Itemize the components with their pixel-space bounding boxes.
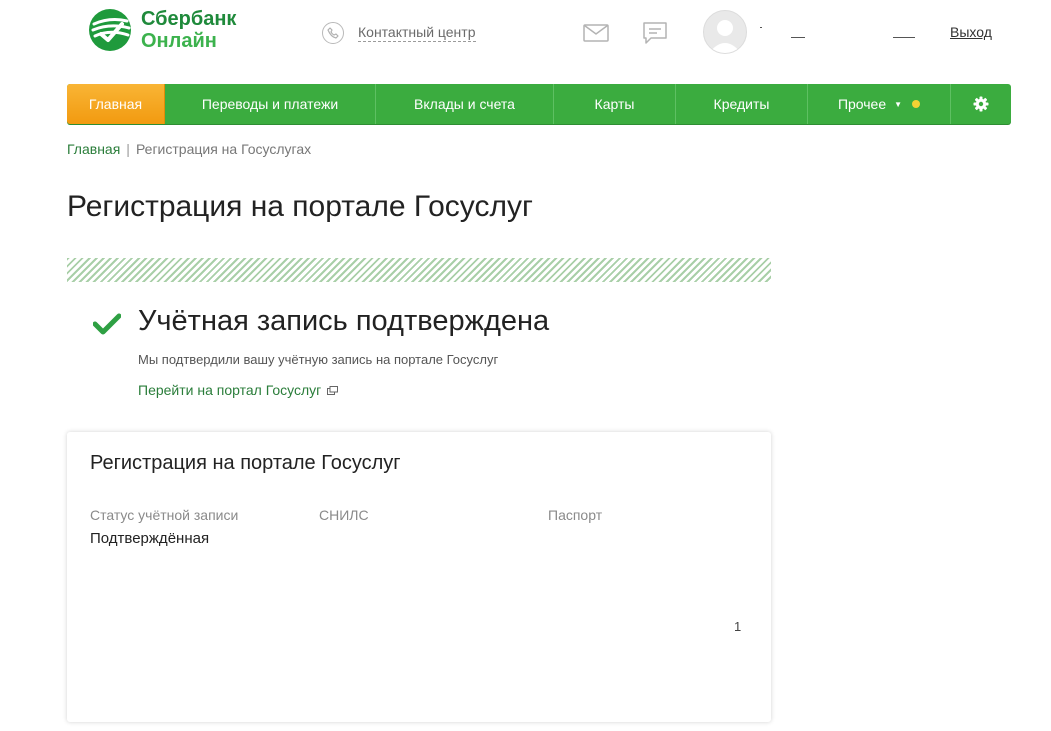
account-status-value: Подтверждённая [90,530,210,547]
breadcrumb-separator: | [126,141,130,157]
nav-settings-button[interactable] [951,84,1011,124]
breadcrumb-home-link[interactable]: Главная [67,141,120,157]
mail-icon[interactable] [583,24,609,42]
logo-line2: Онлайн [141,30,217,52]
nav-item-label: Карты [594,96,635,112]
progress-strip [67,258,771,282]
masked-user-name-mark [791,37,805,38]
success-message: Мы подтвердили вашу учётную запись на по… [138,352,499,367]
caret-down-icon: ▼ [894,99,903,109]
phone-icon [322,22,344,44]
page: Сбербанк Онлайн Контактный центр Выход Г… [0,0,1051,731]
account-status-label: Статус учётной записи [90,507,239,523]
contact-center-link[interactable]: Контактный центр [322,22,476,44]
user-silhouette-icon [709,20,741,53]
notification-dot-icon [912,100,921,108]
nav-item-transfers[interactable]: Переводы и платежи [165,84,376,124]
card-title: Регистрация на портале Госуслуг [90,452,401,474]
success-title: Учётная запись подтверждена [138,305,550,337]
checkmark-icon [93,313,121,335]
user-avatar[interactable] [703,10,747,54]
nav-item-label: Кредиты [713,96,770,112]
contact-center-label: Контактный центр [358,24,476,42]
portal-link-label: Перейти на портал Госуслуг [138,382,322,398]
nav-item-deposits[interactable]: Вклады и счета [376,84,554,124]
registration-details-card: Регистрация на портале Госуслуг Статус у… [67,432,771,722]
external-link-icon [327,385,339,395]
nav-item-credits[interactable]: Кредиты [676,84,808,124]
sberbank-logo-icon [89,9,131,51]
sberbank-logo[interactable]: Сбербанк Онлайн [88,8,236,52]
breadcrumb-current: Регистрация на Госуслугах [135,141,312,157]
nav-item-home[interactable]: Главная [67,84,165,124]
gosuslugi-portal-link[interactable]: Перейти на портал Госуслуг [138,382,339,398]
masked-user-name-mark [893,37,915,38]
passport-label: Паспорт [548,507,603,523]
page-title: Регистрация на портале Госуслуг [67,190,533,223]
masked-user-name-mark [760,27,762,28]
logo-text: Сбербанк Онлайн [141,8,236,52]
logout-link[interactable]: Выход [950,24,992,40]
main-nav: Главная Переводы и платежи Вклады и счет… [67,84,1011,124]
gear-icon [973,96,989,112]
nav-item-label: Вклады и счета [414,96,515,112]
stray-mark: 1 [734,619,742,634]
chat-icon[interactable] [642,21,668,45]
nav-item-other[interactable]: Прочее ▼ [808,84,951,124]
nav-item-label: Главная [88,96,143,112]
snils-label: СНИЛС [319,507,369,523]
logo-line1: Сбербанк [141,8,237,30]
nav-item-label: Прочее [837,96,887,112]
breadcrumb: Главная | Регистрация на Госуслугах [67,141,311,157]
nav-item-cards[interactable]: Карты [554,84,676,124]
nav-item-label: Переводы и платежи [201,96,339,112]
